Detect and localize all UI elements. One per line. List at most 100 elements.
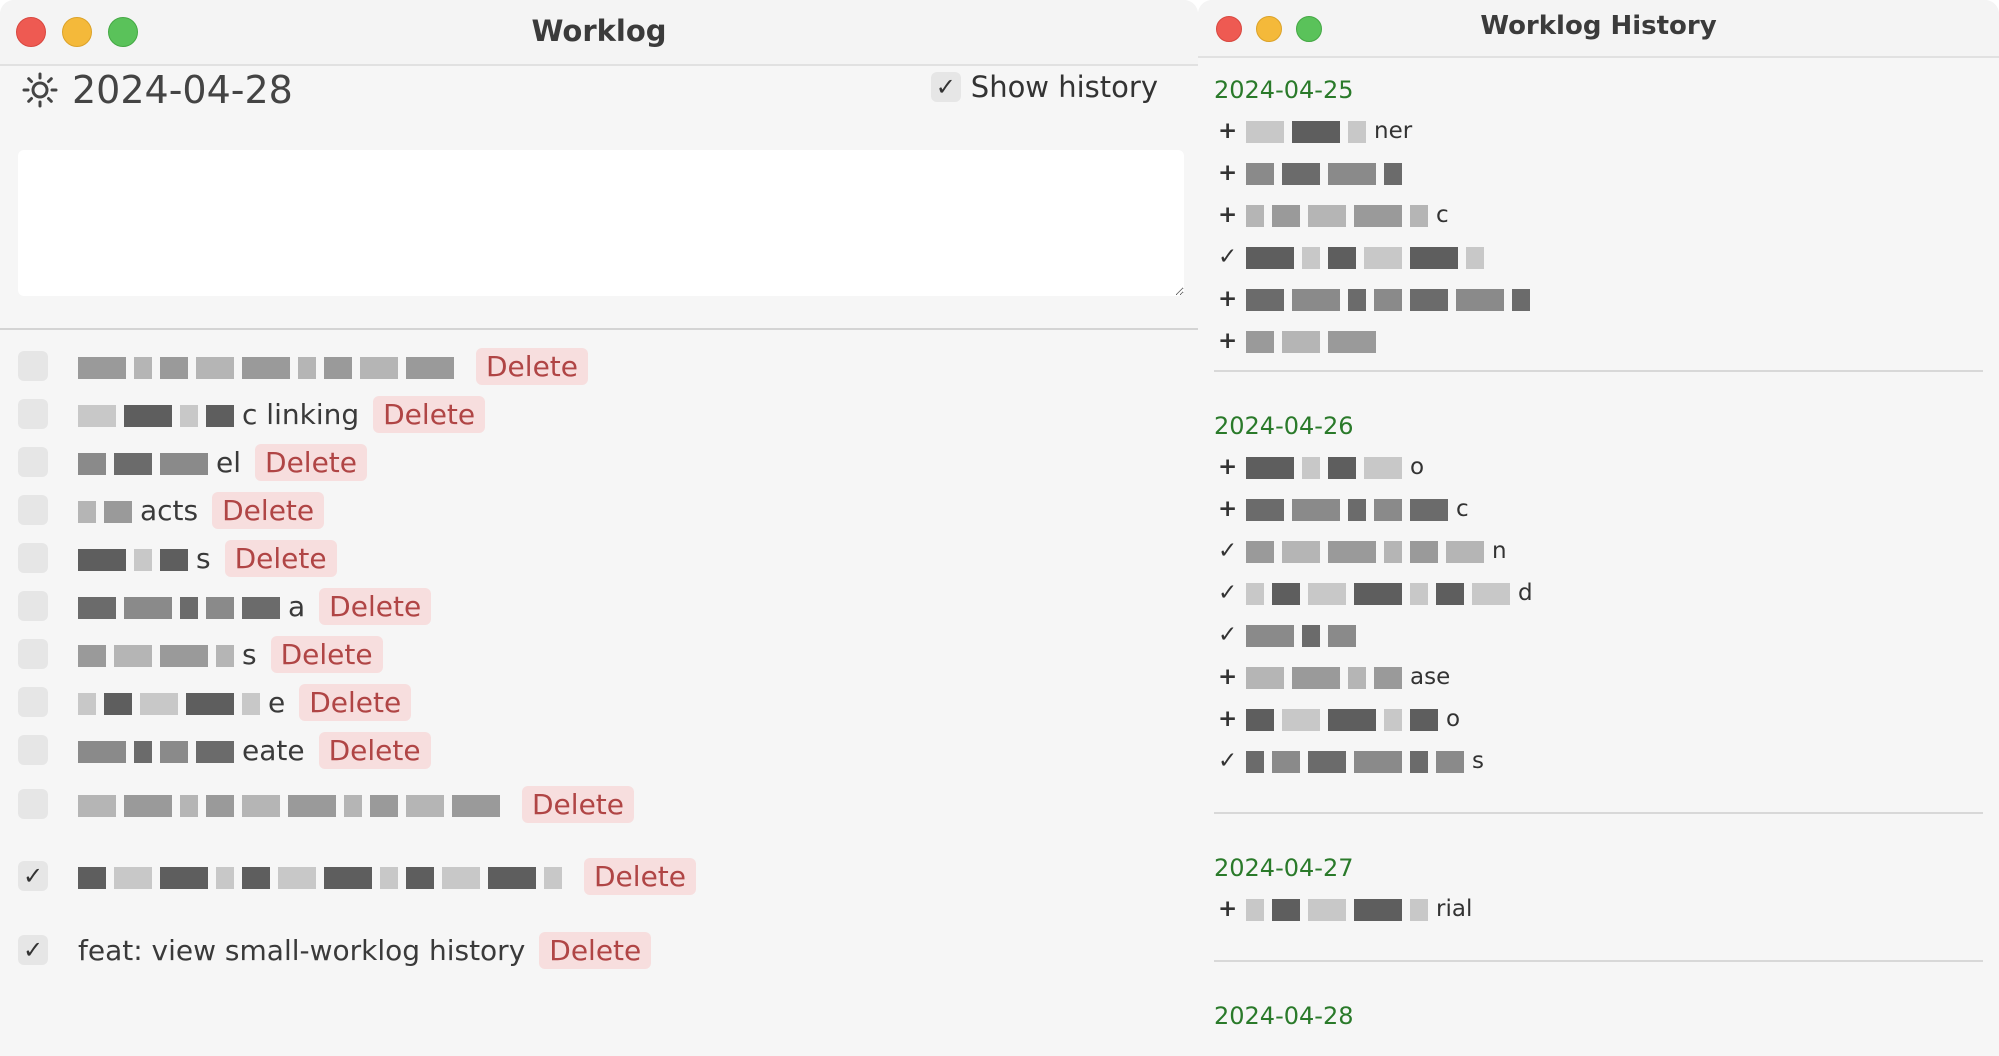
redacted-block: [124, 596, 172, 619]
redacted-block: [442, 866, 480, 889]
todo-checkbox[interactable]: ✓: [18, 861, 48, 891]
delete-button[interactable]: Delete: [255, 443, 368, 481]
redacted-block: [1348, 120, 1366, 143]
delete-button[interactable]: Delete: [373, 395, 486, 433]
todo-checkbox[interactable]: [18, 735, 48, 765]
divider: [0, 328, 1198, 330]
redacted-block: [1384, 162, 1402, 185]
todo-label: c linking: [242, 397, 360, 431]
todo-text: [78, 860, 570, 893]
todo-text: [78, 350, 462, 383]
redacted-block: [1282, 162, 1320, 185]
redacted-block: [1282, 330, 1320, 353]
plus-icon: +: [1218, 328, 1238, 354]
redacted-block: [78, 404, 116, 427]
delete-button[interactable]: Delete: [270, 635, 383, 673]
redacted-block: [1328, 246, 1356, 269]
todo-text: a: [78, 590, 305, 623]
redacted-block: [1302, 246, 1320, 269]
redacted-block: [78, 740, 126, 763]
todo-text: s: [78, 542, 211, 575]
redacted-block: [1446, 540, 1484, 563]
delete-button[interactable]: Delete: [319, 587, 432, 625]
redacted-block: [216, 644, 234, 667]
todo-item: s Delete: [18, 632, 383, 676]
delete-button[interactable]: Delete: [212, 491, 325, 529]
redacted-block: [1374, 498, 1402, 521]
redacted-block: [186, 692, 234, 715]
redacted-block: [242, 794, 280, 817]
history-item: + ase: [1218, 664, 1450, 690]
redacted-block: [406, 794, 444, 817]
redacted-block: [1272, 750, 1300, 773]
redacted-block: [1246, 708, 1274, 731]
history-item-text: o: [1246, 454, 1424, 480]
delete-button[interactable]: Delete: [476, 347, 588, 385]
redacted-block: [78, 500, 96, 523]
sun-icon[interactable]: [22, 72, 58, 108]
delete-button[interactable]: Delete: [539, 931, 652, 969]
history-item: +: [1218, 160, 1410, 186]
delete-button[interactable]: Delete: [224, 539, 337, 577]
redacted-block: [1282, 540, 1320, 563]
delete-button[interactable]: Delete: [522, 785, 634, 823]
history-item-text: [1246, 622, 1364, 648]
history-day-date: 2024-04-26: [1214, 412, 1354, 440]
redacted-block: [1282, 708, 1320, 731]
todo-checkbox[interactable]: [18, 495, 48, 525]
redacted-block: [124, 404, 172, 427]
show-history-checkbox[interactable]: ✓: [930, 72, 961, 102]
todo-checkbox[interactable]: ✓: [18, 935, 48, 965]
redacted-block: [1364, 246, 1402, 269]
redacted-block: [1272, 204, 1300, 227]
redacted-block: [1384, 708, 1402, 731]
redacted-block: [160, 644, 208, 667]
todo-checkbox[interactable]: [18, 447, 48, 477]
todo-checkbox[interactable]: [18, 789, 48, 819]
todo-checkbox[interactable]: [18, 687, 48, 717]
todo-checkbox[interactable]: [18, 591, 48, 621]
history-item-text: n: [1246, 538, 1507, 564]
show-history-toggle[interactable]: ✓ Show history: [930, 70, 1158, 104]
redacted-block: [78, 596, 116, 619]
redacted-block: [134, 356, 152, 379]
redacted-block: [1374, 666, 1402, 689]
history-divider: [1214, 812, 1983, 814]
redacted-block: [1328, 624, 1356, 647]
redacted-block: [380, 866, 398, 889]
redacted-block: [78, 548, 126, 571]
redacted-block: [1354, 750, 1402, 773]
redacted-block: [1308, 750, 1346, 773]
delete-button[interactable]: Delete: [584, 857, 696, 895]
delete-button[interactable]: Delete: [299, 683, 412, 721]
plus-icon: +: [1218, 496, 1238, 522]
todo-item: Delete: [18, 782, 634, 826]
history-item-text: [1246, 244, 1492, 270]
redacted-block: [1308, 898, 1346, 921]
redacted-block: [278, 866, 316, 889]
check-icon: ✓: [1218, 622, 1238, 648]
redacted-block: [1246, 666, 1284, 689]
history-item: ✓ d: [1218, 580, 1533, 606]
todo-item: Delete: [18, 344, 588, 388]
redacted-block: [180, 404, 198, 427]
todo-checkbox[interactable]: [18, 399, 48, 429]
todo-label: e: [268, 685, 286, 719]
window-title: Worklog History: [1480, 11, 1717, 41]
todo-checkbox[interactable]: [18, 543, 48, 573]
redacted-block: [78, 866, 106, 889]
todo-checkbox[interactable]: [18, 639, 48, 669]
redacted-block: [1246, 204, 1264, 227]
redacted-block: [196, 740, 234, 763]
check-icon: ✓: [1218, 748, 1238, 774]
history-item: + rial: [1218, 896, 1472, 922]
plus-icon: +: [1218, 286, 1238, 312]
delete-button[interactable]: Delete: [318, 731, 431, 769]
new-entry-input[interactable]: [18, 150, 1184, 296]
todo-checkbox[interactable]: [18, 351, 48, 381]
redacted-block: [1272, 898, 1300, 921]
redacted-block: [1364, 456, 1402, 479]
history-item-text: [1246, 328, 1384, 354]
redacted-block: [1436, 582, 1464, 605]
redacted-block: [1246, 540, 1274, 563]
